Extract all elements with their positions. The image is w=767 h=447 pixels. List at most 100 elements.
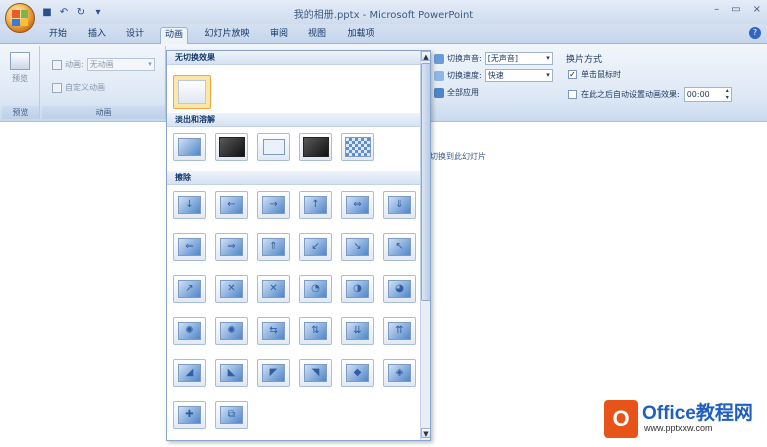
close-icon[interactable]: × xyxy=(753,4,761,15)
restore-icon[interactable]: ▭ xyxy=(731,4,740,15)
transition-wipe-thumb[interactable]: ← xyxy=(215,191,248,219)
wipe-direction-icon: ◕ xyxy=(395,283,404,294)
transition-dissolve[interactable] xyxy=(341,133,374,161)
transition-cut[interactable] xyxy=(257,133,290,161)
apply-all-label: 全部应用 xyxy=(447,88,479,97)
auto-advance-time-input[interactable]: 00:00 xyxy=(683,87,732,102)
transition-wipe-thumb[interactable]: ◣ xyxy=(215,359,248,387)
on-mouse-click-checkbox[interactable]: ✓ xyxy=(568,70,577,79)
animate-select[interactable]: 无动画 xyxy=(86,58,155,71)
transition-fade-black[interactable] xyxy=(215,133,248,161)
tab-review[interactable]: 审阅 xyxy=(266,27,292,44)
window-title: 我的相册.pptx - Microsoft PowerPoint xyxy=(293,10,474,21)
transition-wipe-thumb[interactable]: ⇅ xyxy=(299,317,332,345)
scroll-thumb[interactable] xyxy=(421,63,430,301)
transition-wipe-thumb[interactable]: ◕ xyxy=(383,275,416,303)
transition-wipe-thumb[interactable]: ↑ xyxy=(299,191,332,219)
transition-wipe-thumb[interactable]: ◑ xyxy=(341,275,374,303)
wipe-direction-icon: ◔ xyxy=(311,283,320,294)
watermark-url: www.pptxxw.com xyxy=(644,423,713,433)
on-mouse-click-option[interactable]: ✓ 单击鼠标时 xyxy=(568,69,621,80)
group-animations: 动画: 无动画 自定义动画 动画 xyxy=(42,46,166,119)
gallery-scrollbar[interactable]: ▲ ▼ xyxy=(420,51,430,440)
transition-wipe-thumb[interactable]: ⇊ xyxy=(341,317,374,345)
transition-wipe-thumb[interactable]: ⇈ xyxy=(383,317,416,345)
transition-sound-select[interactable]: [无声音] xyxy=(484,52,553,65)
transition-wipe-thumb[interactable]: ↗ xyxy=(173,275,206,303)
tab-insert[interactable]: 插入 xyxy=(84,27,110,44)
site-watermark: O Office教程网 www.pptxxw.com xyxy=(604,396,764,442)
scroll-up-icon[interactable]: ▲ xyxy=(421,51,430,61)
transition-wipe-thumb[interactable]: ◔ xyxy=(299,275,332,303)
wipe-direction-icon: ◆ xyxy=(353,367,362,378)
transition-wipe-thumb[interactable]: ↓ xyxy=(173,191,206,219)
transition-none-thumb[interactable] xyxy=(173,75,211,109)
scroll-down-icon[interactable]: ▼ xyxy=(421,428,430,438)
watermark-name: Office教程网 xyxy=(642,403,753,424)
transition-speed-select[interactable]: 快速 xyxy=(484,69,553,82)
transition-cut-black[interactable] xyxy=(299,133,332,161)
section-no-transition: 无切换效果 xyxy=(167,51,420,65)
transition-wipe-thumb[interactable]: ◢ xyxy=(173,359,206,387)
auto-advance-checkbox[interactable] xyxy=(568,90,577,99)
section-fade-dissolve: 淡出和溶解 xyxy=(167,113,420,127)
cut-icon xyxy=(263,139,285,155)
transition-wipe-thumb[interactable]: ✕ xyxy=(215,275,248,303)
transition-wipe-thumb[interactable]: ◈ xyxy=(383,359,416,387)
group-label-transition: 切换到此幻灯片 xyxy=(430,152,486,161)
preview-icon xyxy=(10,52,30,70)
wipe-direction-icon: ✺ xyxy=(185,325,194,336)
preview-button[interactable]: 预览 xyxy=(8,52,32,84)
cut-black-icon xyxy=(303,137,329,157)
transition-wipe-thumb[interactable]: ⇆ xyxy=(257,317,290,345)
transition-wipe-thumb[interactable]: ⧉ xyxy=(215,401,248,429)
transition-wipe-thumb[interactable]: ✚ xyxy=(173,401,206,429)
wipe-direction-icon: ⇈ xyxy=(395,325,404,336)
window-controls: – ▭ × xyxy=(714,4,761,15)
section-wipes: 擦除 xyxy=(167,171,420,185)
wipe-direction-icon: ◤ xyxy=(269,367,278,378)
wipe-direction-icon: ⇑ xyxy=(269,241,278,252)
transition-wipe-thumb[interactable]: ⇑ xyxy=(257,233,290,261)
animate-row: 动画: 无动画 xyxy=(52,58,155,71)
tab-design[interactable]: 设计 xyxy=(122,27,148,44)
transition-wipe-thumb[interactable]: ⇐ xyxy=(173,233,206,261)
transition-wipe-thumb[interactable]: ◆ xyxy=(341,359,374,387)
auto-advance-option[interactable]: 在此之后自动设置动画效果: 00:00 xyxy=(568,87,732,102)
transition-wipe-thumb[interactable]: ✺ xyxy=(215,317,248,345)
wipe-direction-icon: ⇊ xyxy=(353,325,362,336)
group-label-preview: 预览 xyxy=(2,106,39,119)
wipe-direction-icon: ✕ xyxy=(269,283,278,294)
transition-wipe-thumb[interactable]: ◥ xyxy=(299,359,332,387)
wipe-direction-icon: ✕ xyxy=(227,283,236,294)
transition-wipe-thumb[interactable]: ⇔ xyxy=(341,191,374,219)
wipe-direction-icon: ⇒ xyxy=(227,241,236,252)
office-watermark-logo-icon: O xyxy=(604,400,638,438)
speed-icon xyxy=(434,70,444,81)
transition-wipe-thumb[interactable]: → xyxy=(257,191,290,219)
transition-sound-row: 切换声音: [无声音] xyxy=(434,52,553,65)
custom-animation-button[interactable]: 自定义动画 xyxy=(52,82,105,93)
wipe-direction-icon: ⇔ xyxy=(353,199,362,210)
transition-wipe-thumb[interactable]: ↖ xyxy=(383,233,416,261)
office-button[interactable] xyxy=(5,3,35,33)
transition-gallery: 无切换效果 淡出和溶解 擦除 ↓ ← → ↑ ⇔ ⇓ ⇐ ⇒ ⇑ ↙ ↘ ↖ ↗ ✕ ✕ ◔ ◑ ◕ ✺ ✺ ⇆ ⇅ ⇊ ⇈ ◢… xyxy=(166,50,431,441)
tab-home[interactable]: 开始 xyxy=(44,27,72,44)
tab-animations[interactable]: 动画 xyxy=(160,27,188,44)
wipe-direction-icon: ◑ xyxy=(353,283,362,294)
transition-wipe-thumb[interactable]: ✕ xyxy=(257,275,290,303)
wipe-direction-icon: ⇅ xyxy=(311,325,320,336)
tab-view[interactable]: 视图 xyxy=(304,27,330,44)
apply-all-button[interactable]: 全部应用 xyxy=(434,87,479,98)
transition-wipe-thumb[interactable]: ⇓ xyxy=(383,191,416,219)
transition-wipe-thumb[interactable]: ⇒ xyxy=(215,233,248,261)
transition-wipe-thumb[interactable]: ↙ xyxy=(299,233,332,261)
transition-wipe-thumb[interactable]: ↘ xyxy=(341,233,374,261)
tab-slideshow[interactable]: 幻灯片放映 xyxy=(196,27,258,44)
minimize-icon[interactable]: – xyxy=(714,4,719,15)
transition-wipe-thumb[interactable]: ◤ xyxy=(257,359,290,387)
help-icon[interactable]: ? xyxy=(749,27,761,39)
transition-wipe-thumb[interactable]: ✺ xyxy=(173,317,206,345)
transition-fade-smooth[interactable] xyxy=(173,133,206,161)
tab-addins[interactable]: 加载项 xyxy=(342,27,380,44)
